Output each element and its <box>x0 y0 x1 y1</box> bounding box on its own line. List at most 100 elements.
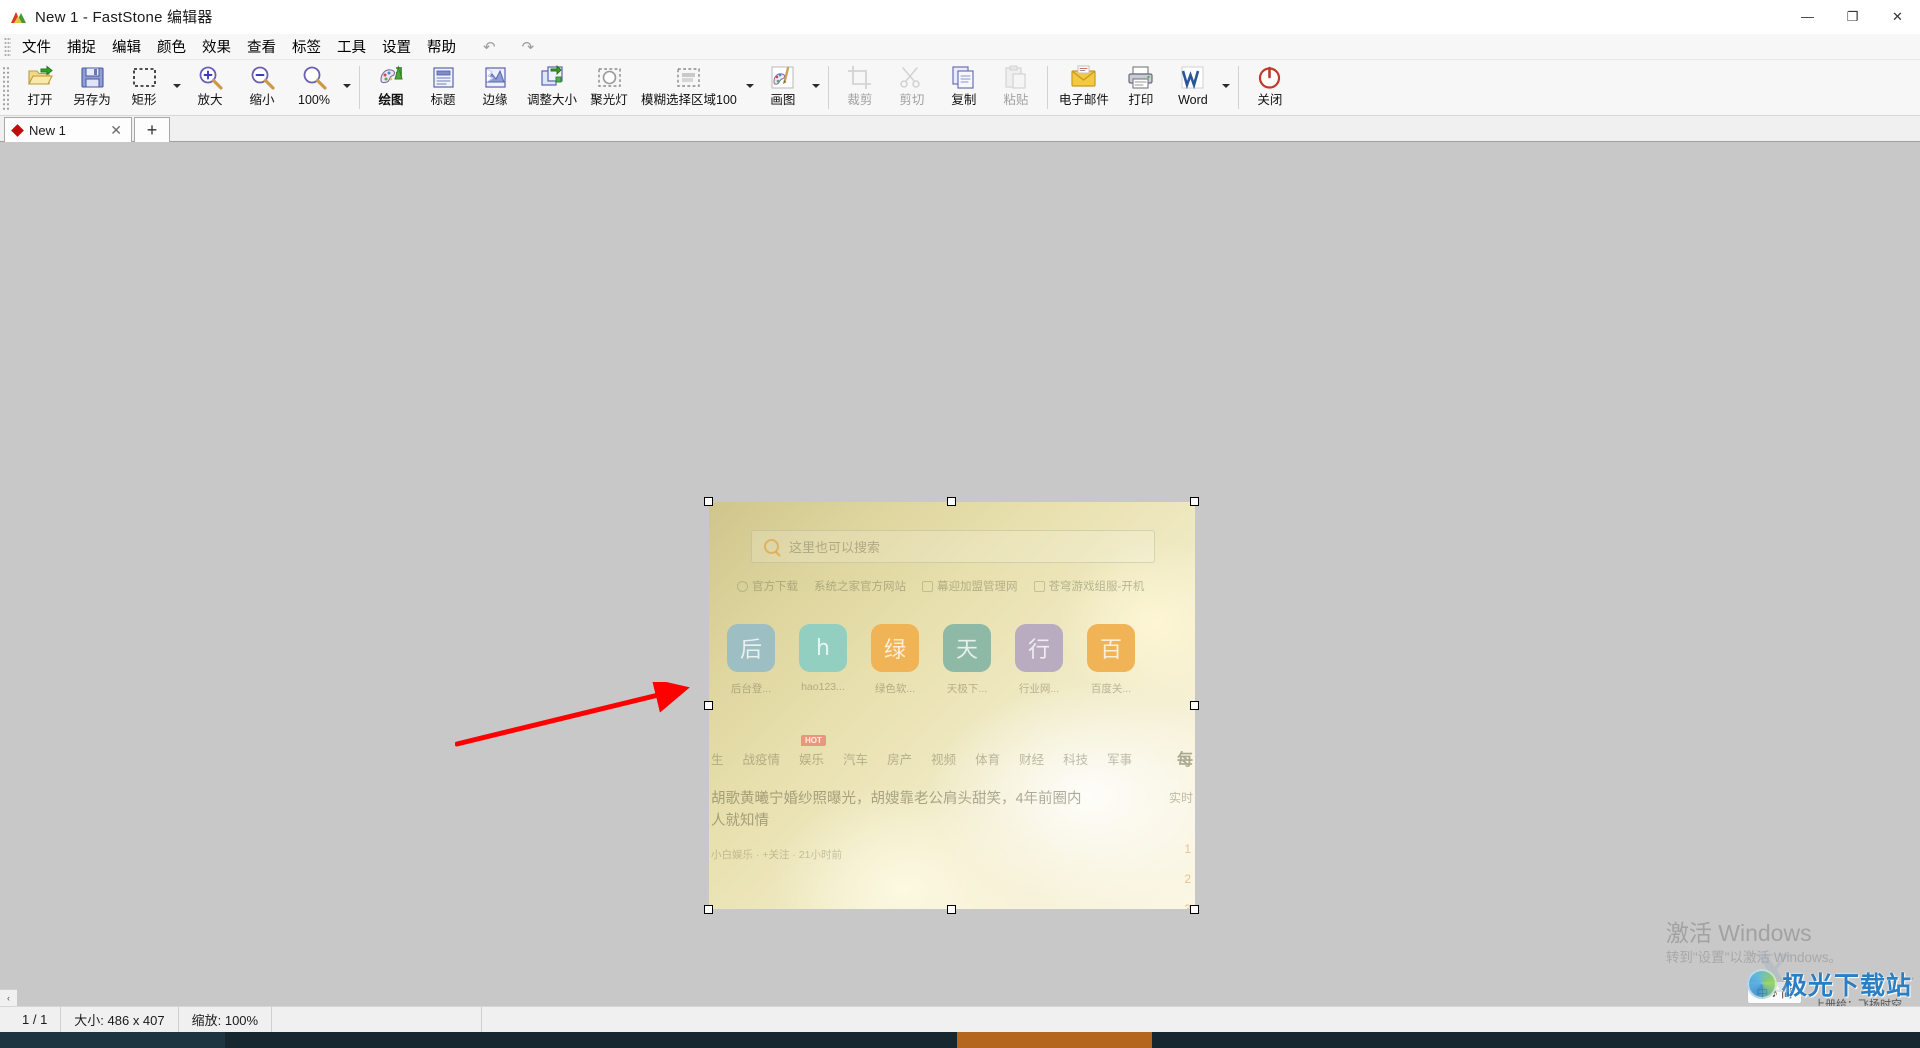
minimize-button[interactable]: — <box>1785 0 1830 34</box>
toolbar-zoom-in[interactable]: 放大 <box>184 60 236 115</box>
menu-edit[interactable]: 编辑 <box>104 33 149 60</box>
toolbar-button-label: 模糊选择区域100 <box>641 93 737 107</box>
overlay-site-tile: 绿绿色软... <box>871 624 919 696</box>
new-tab-button[interactable]: + <box>134 117 170 142</box>
overlay-tile-label: 天极下... <box>946 683 988 695</box>
chevron-down-icon[interactable] <box>743 63 757 115</box>
quick-link-1: 系统之家官方网站 <box>814 578 906 594</box>
calendar-icon <box>922 580 933 592</box>
paint-icon <box>769 63 797 91</box>
toolbar-paste: 粘贴 <box>990 60 1042 115</box>
toolbar-button-label: 矩形 <box>131 93 157 107</box>
handle-top-right[interactable] <box>1190 497 1199 506</box>
word-icon <box>1179 63 1207 91</box>
hot-badge: HOT <box>801 734 826 746</box>
chevron-down-icon[interactable] <box>1219 63 1233 115</box>
menu-view[interactable]: 查看 <box>239 33 284 60</box>
toolbar-draw[interactable]: 绘图 <box>365 60 417 115</box>
overlay-tile-glyph: h <box>799 624 847 672</box>
overlay-side-label: 实时 <box>1168 791 1193 805</box>
activation-subtitle: 转到"设置"以激活 Windows。 <box>1665 950 1842 965</box>
quick-link-label: 系统之家官方网站 <box>814 581 906 593</box>
scroll-down-chevron-icon[interactable]: ⌄ <box>1903 969 1920 986</box>
redo-icon[interactable]: ↷ <box>515 38 542 56</box>
menu-color[interactable]: 颜色 <box>149 33 194 60</box>
chevron-down-icon[interactable] <box>809 63 823 115</box>
toolbar-zoom-out[interactable]: 缩小 <box>236 60 288 115</box>
overlay-search-placeholder: 这里也可以搜索 <box>789 540 881 555</box>
handle-top-center[interactable] <box>947 497 956 506</box>
toolbar-button-label: 100% <box>298 93 330 107</box>
handle-middle-left[interactable] <box>704 701 713 710</box>
scissors-icon <box>898 63 926 91</box>
toolbar-button-label: 缩小 <box>249 93 275 107</box>
menu-tags[interactable]: 标签 <box>284 33 329 60</box>
ime-indicator[interactable]: 中 ♪ 简 <box>1747 981 1802 1004</box>
toolbar-button-label: 复制 <box>951 93 977 107</box>
toolbar-close-doc[interactable]: 关闭 <box>1244 60 1296 115</box>
close-button[interactable]: ✕ <box>1875 0 1920 34</box>
tab-strip: New 1 ✕ + <box>0 116 1920 142</box>
handle-bottom-center[interactable] <box>947 905 956 914</box>
toolbar-button-label: 绘图 <box>378 93 404 107</box>
image-canvas[interactable]: 这里也可以搜索 官方下载 系统之家官方网站 幕迎加盟管理网 苍穹游戏组服-开机 … <box>0 142 1920 1006</box>
toolbar-spotlight[interactable]: 聚光灯 <box>583 60 635 115</box>
overlay-search-box: 这里也可以搜索 <box>751 530 1155 563</box>
tab-close-icon[interactable]: ✕ <box>105 122 127 139</box>
undo-icon[interactable]: ↶ <box>476 38 503 56</box>
overlay-side-ranks: 123 <box>1184 842 1191 909</box>
toolbar-word[interactable]: Word <box>1167 60 1219 115</box>
toolbar-print[interactable]: 打印 <box>1115 60 1167 115</box>
toolbar-cut: 剪切 <box>886 60 938 115</box>
overlay-category: HOT 娱乐 <box>799 734 826 767</box>
toolbar-button-label: Word <box>1178 93 1208 107</box>
overlay-category: 战疫情 <box>742 752 781 767</box>
toolbar-copy[interactable]: 复制 <box>938 60 990 115</box>
menu-drag-grip[interactable] <box>4 36 11 57</box>
overlay-category: 汽车 <box>843 752 869 767</box>
handle-bottom-right[interactable] <box>1190 905 1199 914</box>
toolbar-edge[interactable]: 边缘 <box>469 60 521 115</box>
toolbar-drag-grip[interactable] <box>2 65 10 110</box>
handle-top-left[interactable] <box>704 497 713 506</box>
selected-image[interactable]: 这里也可以搜索 官方下载 系统之家官方网站 幕迎加盟管理网 苍穹游戏组服-开机 … <box>709 502 1195 909</box>
scroll-left-button[interactable]: ‹ <box>0 989 17 1006</box>
status-zoom-level: 缩放: 100% <box>179 1006 273 1033</box>
toolbar-zoom-100[interactable]: 100% <box>288 60 340 115</box>
overlay-category: 体育 <box>975 752 1001 767</box>
overlay-news-headline: 胡歌黄曦宁婚纱照曝光，胡嫂靠老公肩头甜笑，4年前圈内人就知情 <box>711 791 1082 829</box>
power-close-icon <box>1256 63 1284 91</box>
spotlight-icon <box>595 63 623 91</box>
menu-capture[interactable]: 捕捉 <box>59 33 104 60</box>
overlay-site-tile: 行行业网... <box>1015 624 1063 696</box>
toolbar-resize[interactable]: 调整大小 <box>521 60 583 115</box>
image-bitmap: 这里也可以搜索 官方下载 系统之家官方网站 幕迎加盟管理网 苍穹游戏组服-开机 … <box>709 502 1195 909</box>
toolbar-separator <box>1046 66 1048 109</box>
menu-help[interactable]: 帮助 <box>419 33 464 60</box>
menu-tools[interactable]: 工具 <box>329 33 374 60</box>
handle-bottom-left[interactable] <box>704 905 713 914</box>
maximize-button[interactable]: ❐ <box>1830 0 1875 34</box>
chevron-down-icon[interactable] <box>340 63 354 115</box>
toolbar-save-as[interactable]: 另存为 <box>66 60 118 115</box>
toolbar-blur-area[interactable]: 模糊选择区域100 <box>635 60 743 115</box>
toolbar-paint[interactable]: 画图 <box>757 60 809 115</box>
toolbar-rectangle[interactable]: 矩形 <box>118 60 170 115</box>
overlay-category: 科技 <box>1063 752 1089 767</box>
toolbar-button-label: 边缘 <box>482 93 508 107</box>
chevron-down-icon[interactable] <box>170 63 184 115</box>
zoom-out-icon <box>248 63 276 91</box>
main-toolbar: 打开 另存为 矩形 放大 缩小 100% 绘图 标题 边缘 调整大小 聚光灯 模糊选择区域100 画图 裁… <box>0 60 1920 116</box>
toolbar-caption[interactable]: 标题 <box>417 60 469 115</box>
overlay-tile-label: 行业网... <box>1018 683 1060 695</box>
toolbar-open[interactable]: 打开 <box>14 60 66 115</box>
toolbar-button-label: 画图 <box>770 93 796 107</box>
menu-settings[interactable]: 设置 <box>374 33 419 60</box>
overlay-tile-label: 百度关... <box>1090 683 1132 695</box>
handle-middle-right[interactable] <box>1190 701 1199 710</box>
tab-new-1[interactable]: New 1 ✕ <box>4 117 132 142</box>
toolbar-email[interactable]: 电子邮件 <box>1053 60 1115 115</box>
menu-effects[interactable]: 效果 <box>194 33 239 60</box>
toolbar-button-label: 另存为 <box>73 93 111 107</box>
menu-file[interactable]: 文件 <box>14 33 59 60</box>
